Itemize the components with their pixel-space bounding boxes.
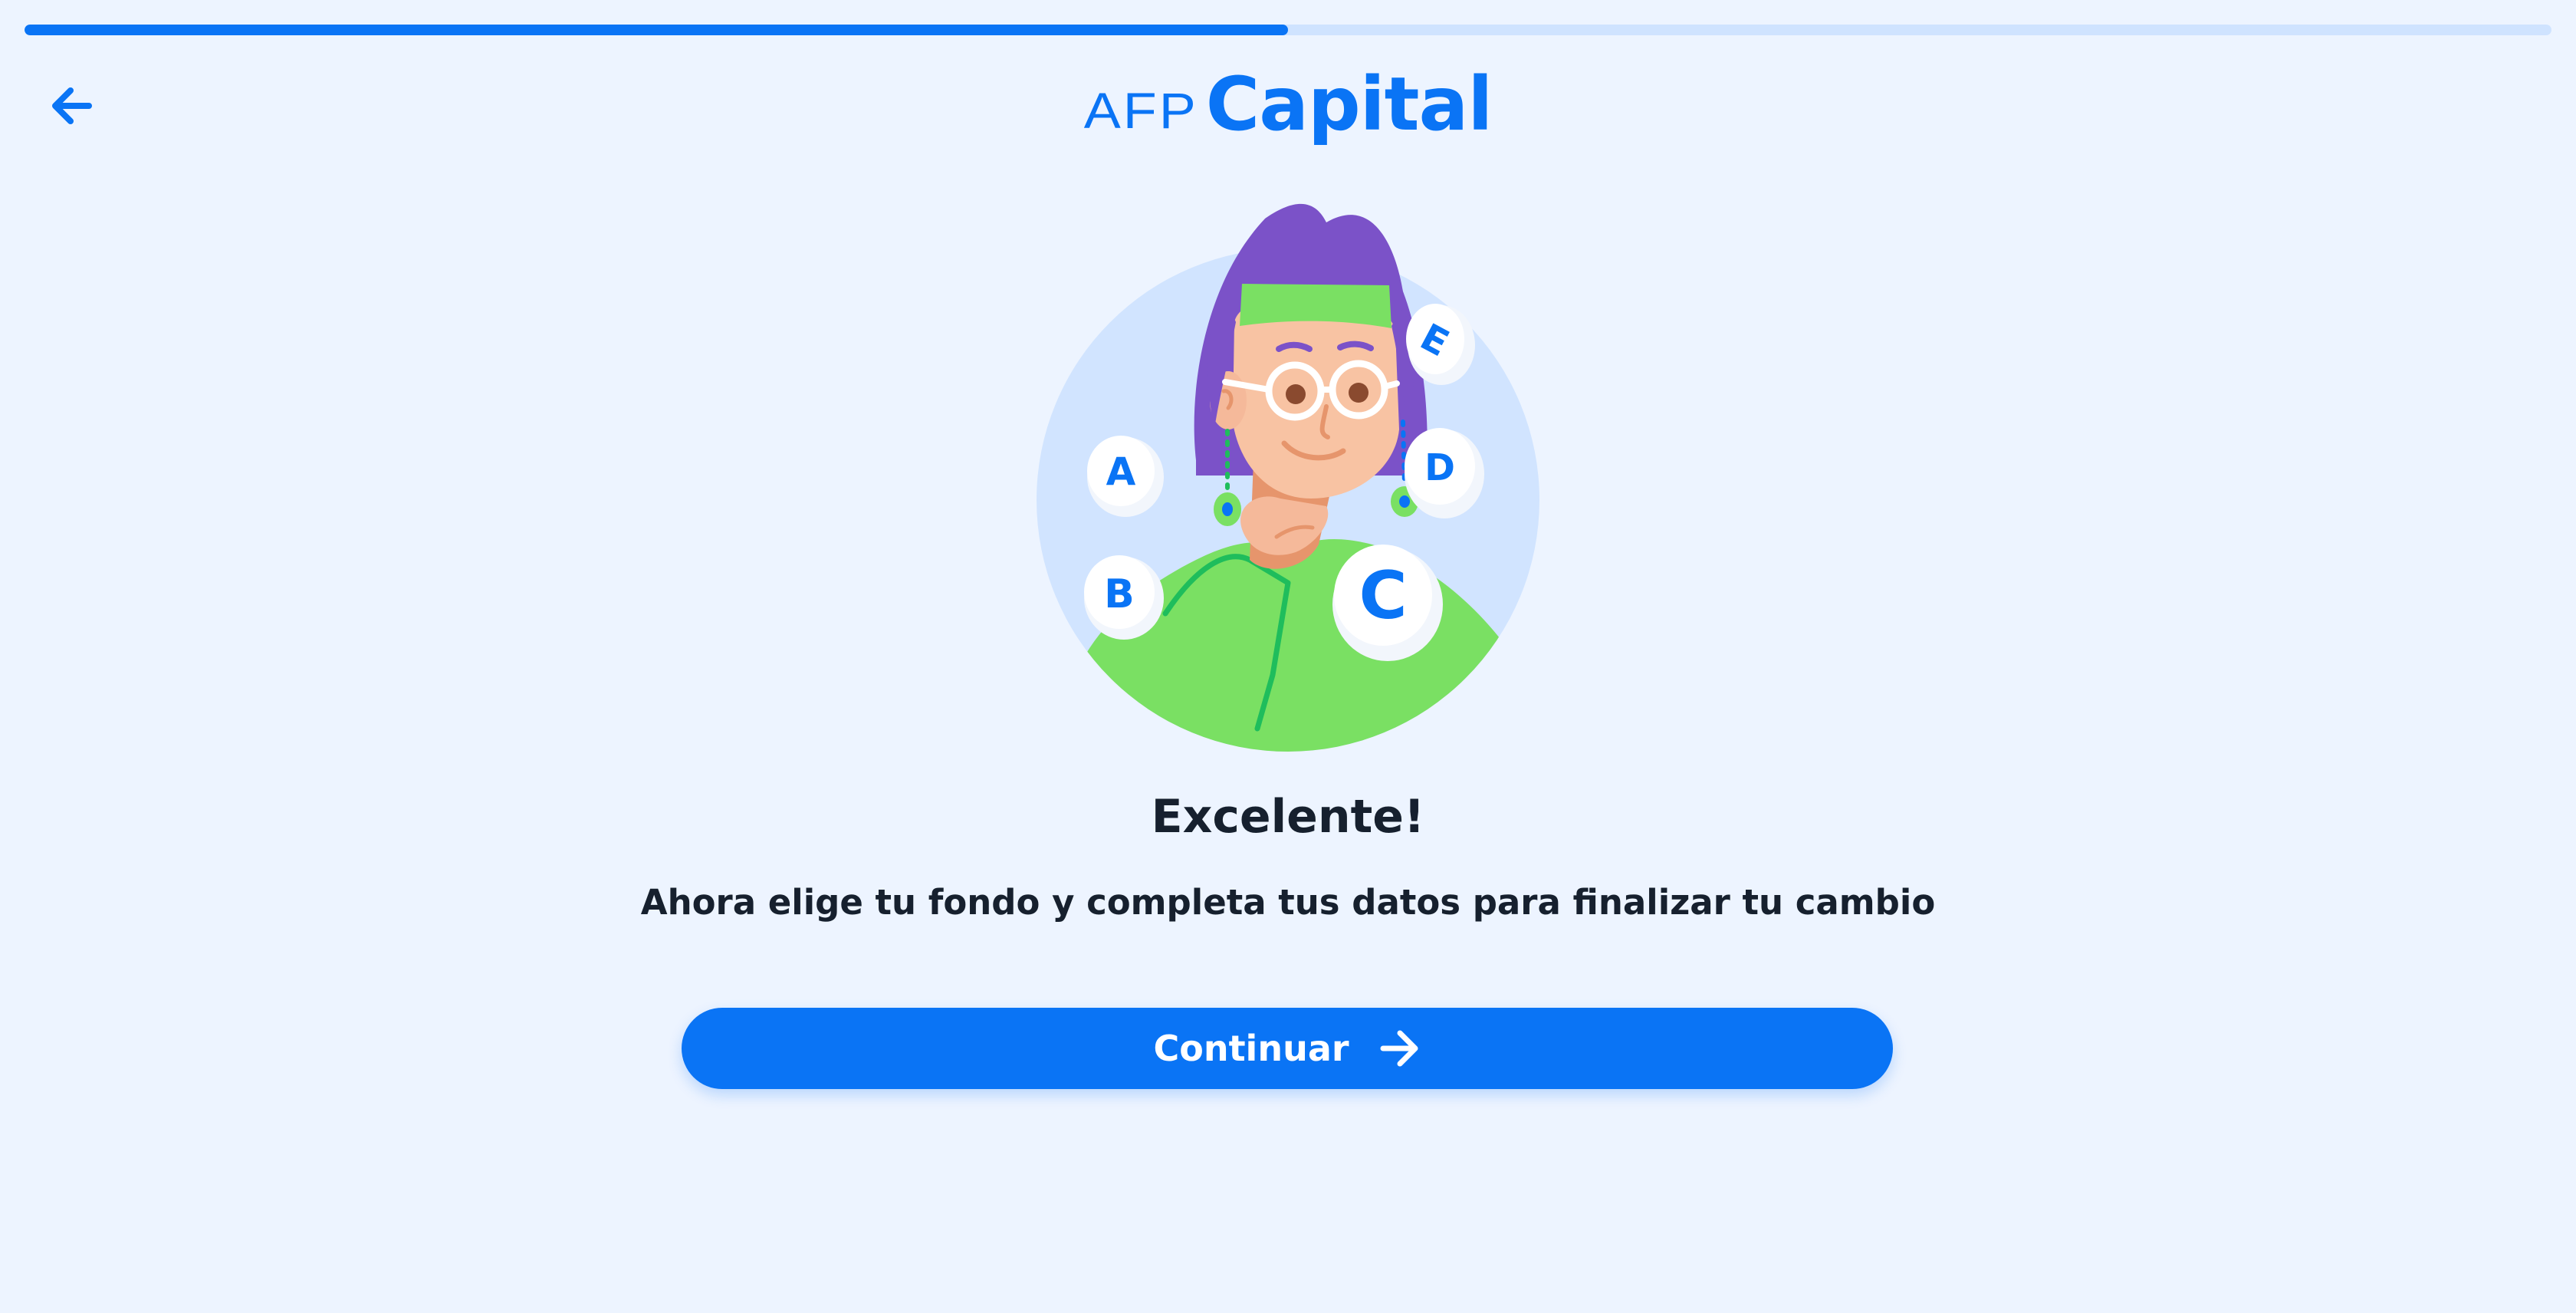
page-subtitle: Ahora elige tu fondo y completa tus dato… [640, 882, 1936, 923]
continue-button[interactable]: Continuar [682, 1008, 1893, 1089]
afp-capital-logo: AFP Capital [0, 61, 2576, 147]
progress-bar [25, 25, 2551, 35]
fund-letter-d: D [1424, 446, 1455, 489]
logo-prefix: AFP [1083, 83, 1198, 140]
page-title: Excelente! [1151, 790, 1425, 844]
fund-letter-a: A [1106, 449, 1136, 494]
woman-thinking-illustration: E A D B C [1037, 203, 1539, 752]
progress-bar-fill [25, 25, 1288, 35]
fund-letter-b: B [1104, 571, 1135, 617]
arrow-right-icon [1380, 1030, 1418, 1067]
fund-letter-c: C [1359, 558, 1407, 634]
continue-button-label: Continuar [1153, 1028, 1349, 1069]
logo-name: Capital [1205, 61, 1493, 147]
